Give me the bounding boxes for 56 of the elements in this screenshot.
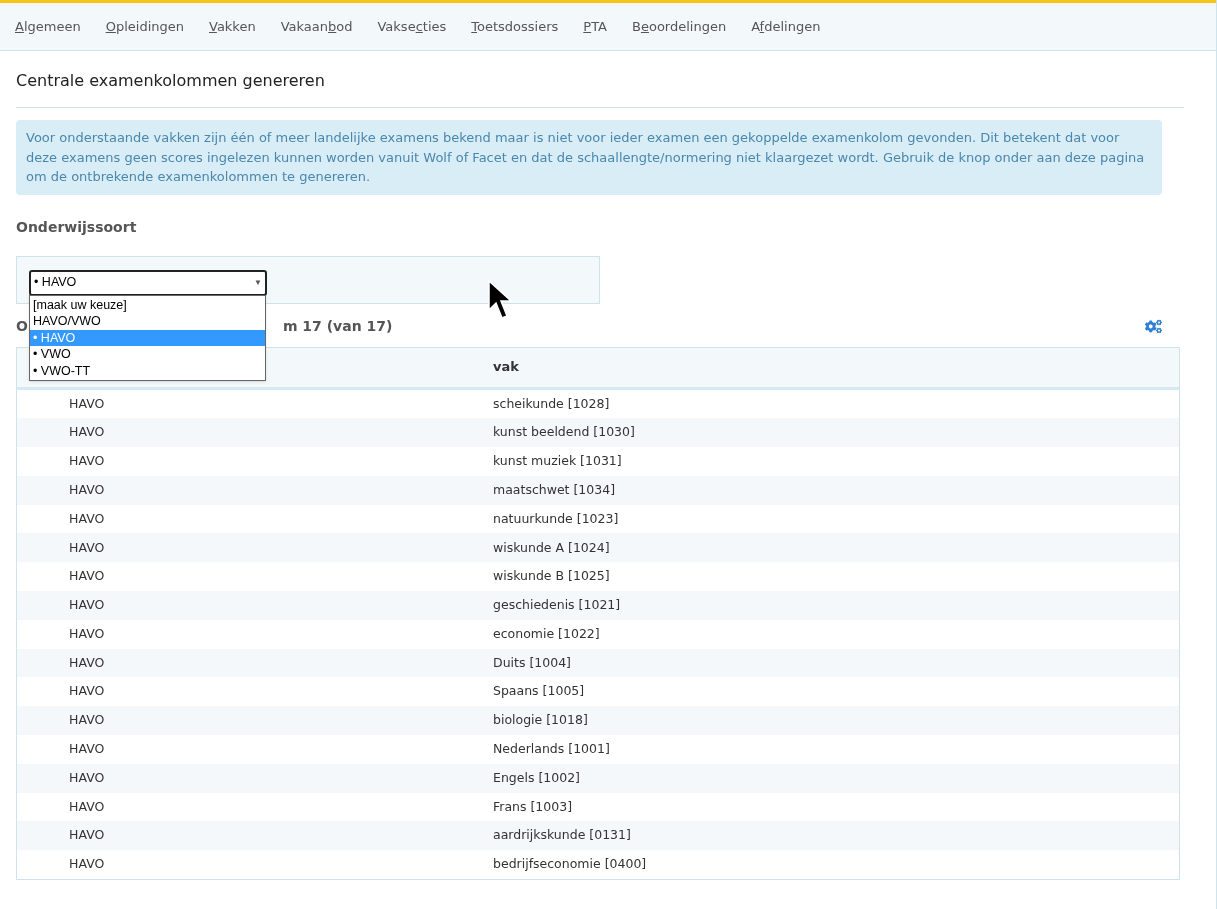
table-cell: kunst muziek [1031] (493, 452, 622, 471)
table-cell: HAVO (69, 654, 105, 670)
table-cell-text: aardrijkskunde [0131] (493, 826, 631, 845)
filter-label: Onderwijssoort (16, 217, 137, 237)
table-cell-text: economie [1022] (493, 624, 600, 643)
table-cell-text: natuurkunde [1023] (493, 509, 619, 528)
table-cell-text: maatschwet [1034] (493, 480, 616, 499)
table-cell: HAVO (69, 769, 105, 785)
table-cell: HAVO (69, 424, 105, 440)
table-cell: HAVO (69, 712, 105, 728)
dropdown-option[interactable]: HAVO/VWO (30, 313, 265, 330)
table-cell-text: biologie [1018] (493, 711, 588, 730)
dropdown-option[interactable]: [maak uw keuze] (30, 296, 265, 313)
page-title: Centrale examenkolommen genereren (16, 70, 326, 92)
table-cell-text: wiskunde B [1025] (493, 567, 610, 586)
nav-tab[interactable]: Opleidingen (105, 16, 184, 37)
select-field[interactable]: • HAVO ▼ (29, 269, 267, 296)
settings-icon[interactable] (1145, 318, 1162, 335)
table-cell: HAVO (69, 683, 105, 699)
table-cell: HAVO (69, 798, 105, 814)
dropdown-option[interactable]: • VWO (30, 346, 265, 363)
table-cell: HAVO (69, 453, 105, 469)
table-cell: HAVO (69, 539, 105, 555)
table-cell-text: Spaans [1005] (493, 682, 585, 701)
table-cell: HAVO (69, 597, 105, 613)
column-header: vak (493, 358, 519, 377)
table-cell: HAVO (69, 395, 105, 411)
count-text: m 17 (van 17) (282, 317, 393, 336)
table-cell: HAVO (69, 510, 105, 526)
table-cell-text: Engels [1002] (493, 768, 580, 787)
nav-tab[interactable]: PTA (583, 16, 607, 37)
info-message: Voor onderstaande vakken zijn één of meer landelijke examens bekend maar is niet voor ieder examen een gekoppelde examenkolom gevonden. Dit betekent dat voor deze examens geen scores ingelezen kunnen worden vanuit Wolf of Facet en dat de schaallengte/normering niet klaargezet wordt. Gebruik de knop onder aan deze pagina om de ontbrekende examenkolommen te genereren. (16, 120, 1162, 195)
caret-icon: ▼ (254, 276, 262, 289)
table-cell-text: kunst beeldend [1030] (493, 423, 635, 442)
count-text: O (16, 317, 28, 336)
table-cell: HAVO (69, 481, 105, 497)
nav-tab[interactable]: Toetsdossiers (471, 16, 559, 37)
nav-tab[interactable]: Vakken (209, 16, 256, 37)
dropdown-option[interactable]: • VWO-TT (30, 362, 265, 379)
table-cell: bedrijfseconomie [0400] (493, 855, 647, 874)
table-cell: Nederlands [1001] (493, 740, 610, 759)
nav-tab[interactable]: Vakaanbod (280, 16, 353, 37)
table-cell: HAVO (69, 625, 105, 641)
nav-tab[interactable]: Afdelingen (751, 16, 821, 37)
nav-tab[interactable]: Algemeen (15, 16, 81, 37)
table-cell: HAVO (69, 741, 105, 757)
table-cell: geschiedenis [1021] (493, 596, 621, 615)
table-cell: HAVO (69, 856, 105, 872)
nav-tab[interactable]: Beoordelingen (632, 16, 727, 37)
table-cell: HAVO (69, 827, 105, 843)
table-cell-text: wiskunde A [1024] (493, 538, 610, 557)
table-cell-text: scheikunde [1028] (493, 394, 610, 413)
nav-tab[interactable]: Vaksecties (377, 16, 447, 37)
table-cell: HAVO (69, 568, 105, 584)
table-cell-text: Duits [1004] (493, 653, 571, 672)
table-cell-text: Frans [1003] (493, 797, 573, 816)
